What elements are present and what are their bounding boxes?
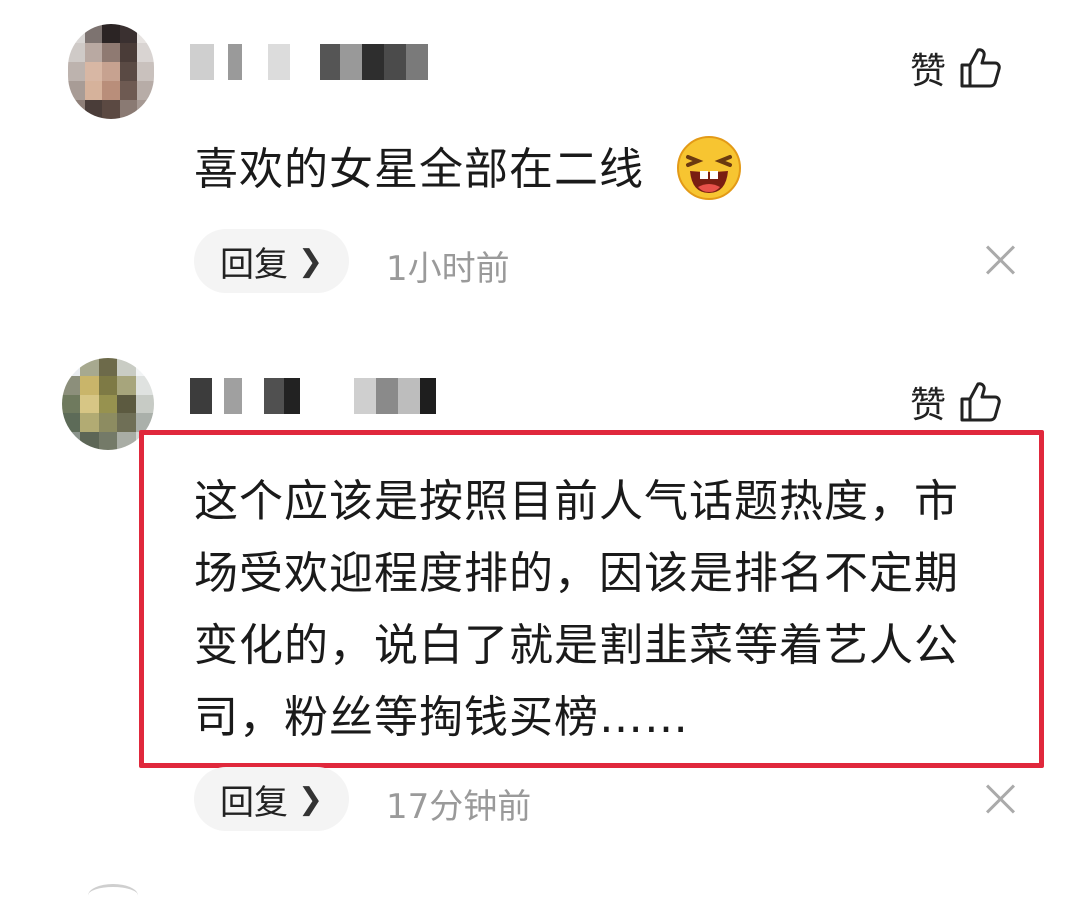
close-icon[interactable] bbox=[985, 245, 1015, 275]
comment-text: 喜欢的女星全部在二线 bbox=[194, 134, 644, 206]
avatar[interactable] bbox=[68, 24, 154, 119]
thumbs-up-icon bbox=[960, 48, 1001, 88]
chevron-right-icon: ❯ bbox=[298, 781, 324, 817]
comment-line: 喜欢的女星全部在二线 bbox=[194, 144, 644, 195]
reply-label: 回复 bbox=[220, 782, 288, 823]
like-label: 赞 bbox=[910, 51, 947, 92]
highlight-box bbox=[139, 430, 1044, 768]
reply-label: 回复 bbox=[220, 244, 288, 285]
reply-button[interactable]: 回复 ❯ bbox=[194, 767, 350, 831]
reply-button[interactable]: 回复 ❯ bbox=[194, 229, 350, 293]
thumbs-up-icon bbox=[960, 382, 1001, 422]
timestamp: 1小时前 bbox=[386, 249, 510, 289]
like-button[interactable]: 赞 bbox=[910, 42, 1002, 94]
timestamp: 17分钟前 bbox=[386, 787, 532, 827]
username-redacted[interactable] bbox=[190, 378, 436, 414]
username-redacted[interactable] bbox=[190, 44, 428, 80]
laughing-emoji-icon bbox=[677, 136, 741, 200]
close-icon[interactable] bbox=[985, 784, 1015, 814]
like-label: 赞 bbox=[910, 385, 947, 426]
like-button[interactable]: 赞 bbox=[910, 376, 1002, 428]
chevron-right-icon: ❯ bbox=[298, 243, 324, 279]
